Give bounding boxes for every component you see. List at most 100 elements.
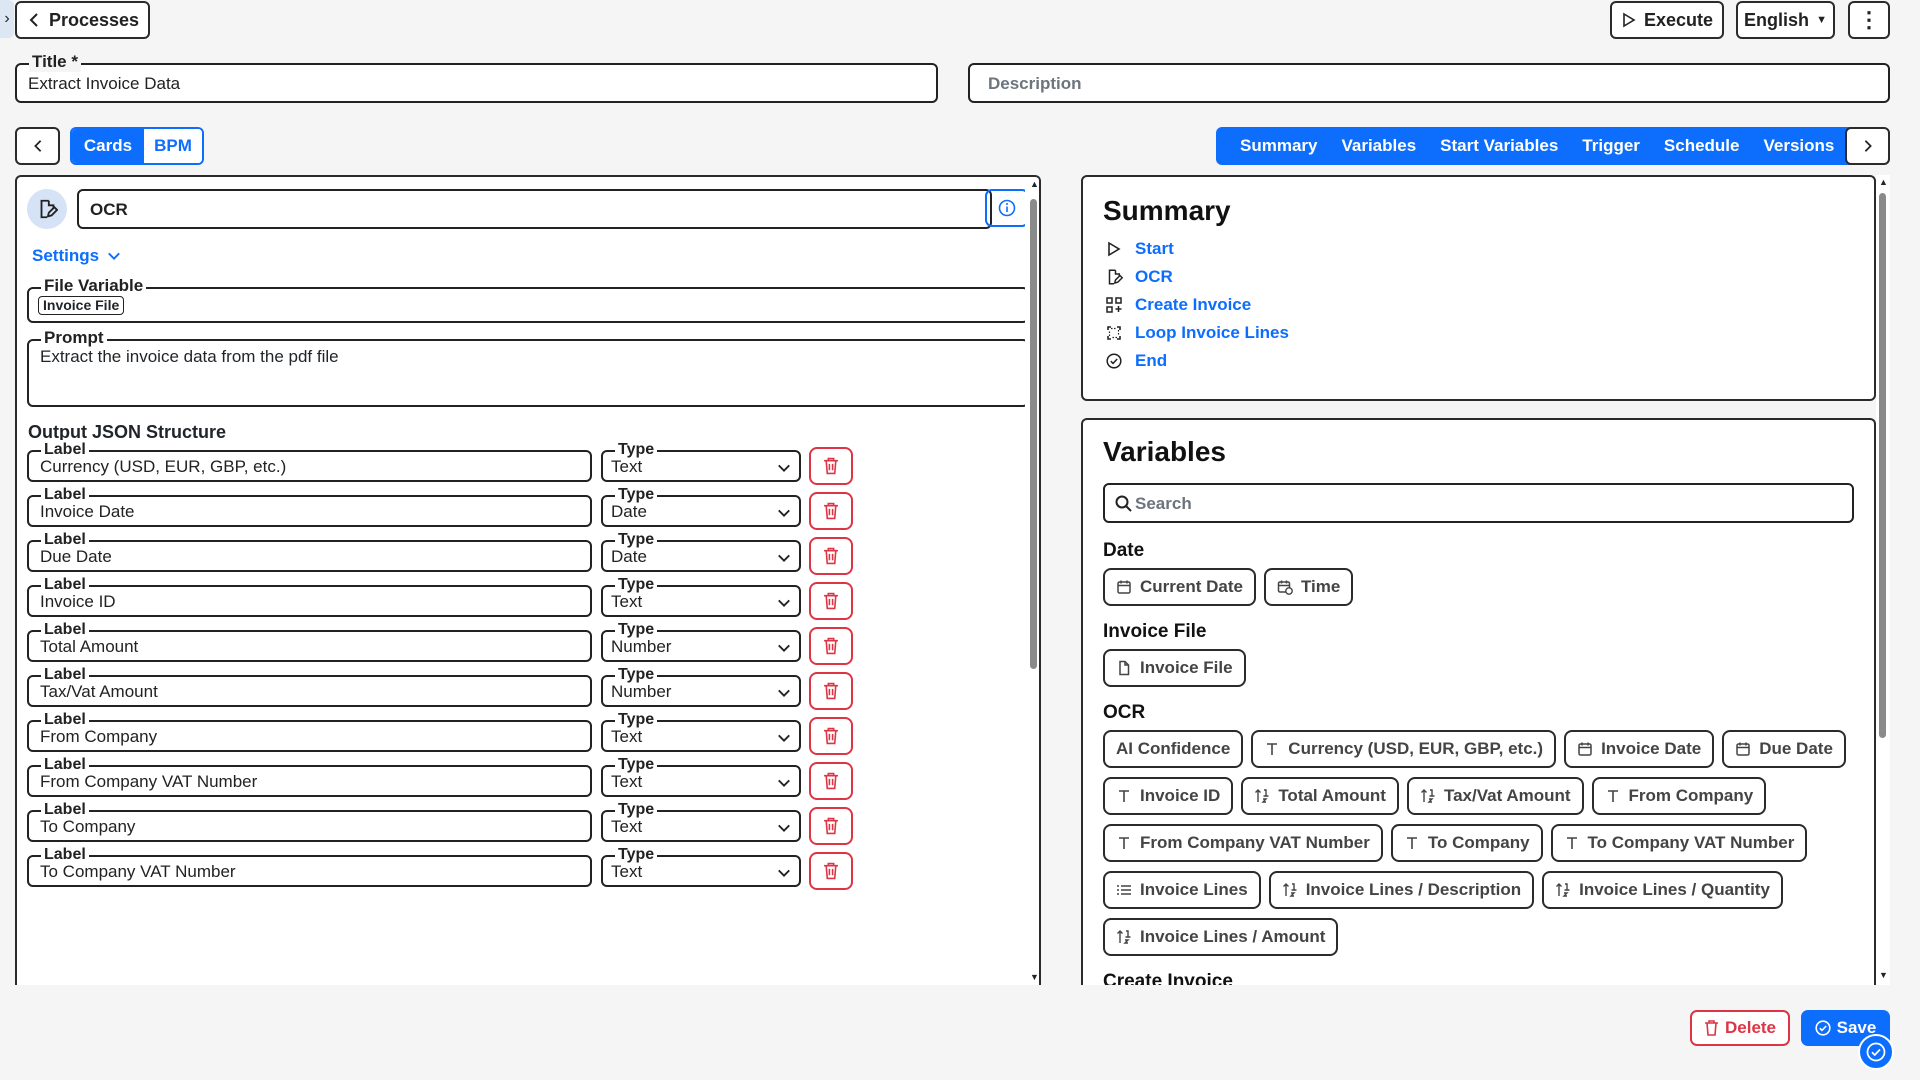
output-type-select[interactable]: Type Text	[601, 710, 801, 752]
prompt-textarea[interactable]: Extract the invoice data from the pdf fi…	[40, 347, 339, 367]
output-type-select[interactable]: Type Date	[601, 485, 801, 527]
output-label-field[interactable]: Label To Company	[27, 800, 592, 842]
chevron-left-icon	[29, 13, 38, 27]
variable-chip[interactable]: Tax/Vat Amount	[1406, 777, 1584, 815]
variable-chip[interactable]: Invoice Lines	[1103, 871, 1261, 909]
variables-search-field[interactable]: Search	[1103, 483, 1854, 523]
variable-chip[interactable]: Total Amount	[1241, 777, 1399, 815]
chevron-down-icon	[778, 464, 790, 472]
output-label-input[interactable]: Currency (USD, EUR, GBP, etc.)	[40, 452, 286, 481]
variable-chip[interactable]: Time	[1263, 568, 1354, 606]
output-label-input[interactable]: Invoice ID	[40, 587, 116, 616]
summary-item-ocr[interactable]: OCR	[1105, 263, 1289, 291]
output-label-input[interactable]: From Company VAT Number	[40, 767, 257, 796]
file-variable-field[interactable]: File Variable Invoice File	[27, 276, 1029, 323]
variable-chip[interactable]: To Company	[1390, 824, 1543, 862]
prompt-field[interactable]: Prompt Extract the invoice data from the…	[27, 328, 1029, 407]
delete-row-button[interactable]	[809, 492, 853, 530]
summary-item-create-invoice[interactable]: Create Invoice	[1105, 291, 1289, 319]
tab-versions[interactable]: Versions	[1752, 136, 1847, 156]
variable-chip[interactable]: Due Date	[1722, 730, 1846, 768]
tab-start-variables[interactable]: Start Variables	[1428, 136, 1570, 156]
floating-status-badge[interactable]	[1858, 1034, 1894, 1070]
variable-chip[interactable]: Invoice File	[1103, 649, 1246, 687]
output-type-select[interactable]: Type Number	[601, 665, 801, 707]
summary-item-loop-invoice-lines[interactable]: Loop Invoice Lines	[1105, 319, 1289, 347]
summary-item-start[interactable]: Start	[1105, 235, 1289, 263]
output-label-field[interactable]: Label Tax/Vat Amount	[27, 665, 592, 707]
variable-chip[interactable]: AI Confidence	[1103, 730, 1244, 768]
back-to-processes-button[interactable]: Processes	[15, 1, 150, 39]
description-input[interactable]: Description	[988, 65, 1082, 103]
variable-chip[interactable]: Invoice Lines / Description	[1268, 871, 1535, 909]
settings-toggle[interactable]: Settings	[32, 246, 121, 266]
delete-row-button[interactable]	[809, 807, 853, 845]
delete-row-button[interactable]	[809, 852, 853, 890]
tab-schedule[interactable]: Schedule	[1652, 136, 1752, 156]
output-label-field[interactable]: Label From Company VAT Number	[27, 755, 592, 797]
file-variable-chip[interactable]: Invoice File	[38, 296, 125, 315]
output-type-select[interactable]: Type Text	[601, 440, 801, 482]
file-icon	[1116, 660, 1132, 676]
title-field[interactable]: Title * Extract Invoice Data	[15, 52, 938, 103]
variable-chip[interactable]: Invoice ID	[1103, 777, 1234, 815]
output-label-input[interactable]: Tax/Vat Amount	[40, 677, 158, 706]
summary-item-end[interactable]: End	[1105, 347, 1289, 375]
output-label-input[interactable]: To Company VAT Number	[40, 857, 236, 886]
output-label-input[interactable]: Invoice Date	[40, 497, 135, 526]
output-label-field[interactable]: Label To Company VAT Number	[27, 845, 592, 887]
bpm-tab[interactable]: BPM	[144, 129, 202, 163]
variable-chip[interactable]: Invoice Lines / Amount	[1103, 918, 1339, 956]
variable-chip[interactable]: From Company	[1591, 777, 1767, 815]
output-label-field[interactable]: Label Invoice Date	[27, 485, 592, 527]
delete-row-button[interactable]	[809, 537, 853, 575]
output-label-input[interactable]: Due Date	[40, 542, 112, 571]
variable-chip[interactable]: Invoice Date	[1564, 730, 1715, 768]
output-label-input[interactable]: Total Amount	[40, 632, 138, 661]
delete-row-button[interactable]	[809, 627, 853, 665]
delete-row-button[interactable]	[809, 717, 853, 755]
card-name-input[interactable]: OCR	[90, 191, 128, 229]
sidebar-toggle[interactable]: ›	[0, 0, 14, 38]
delete-button[interactable]: Delete	[1690, 1010, 1790, 1046]
output-label-input[interactable]: From Company	[40, 722, 157, 751]
variable-chip[interactable]: Currency (USD, EUR, GBP, etc.)	[1251, 730, 1557, 768]
variable-chip[interactable]: Invoice Lines / Quantity	[1542, 871, 1783, 909]
output-label-field[interactable]: Label Total Amount	[27, 620, 592, 662]
output-label-input[interactable]: To Company	[40, 812, 135, 841]
right-scrollbar[interactable]: ▲ ▼	[1876, 175, 1890, 985]
card-info-button[interactable]	[985, 189, 1029, 227]
delete-row-button[interactable]	[809, 582, 853, 620]
variable-chip[interactable]: To Company VAT Number	[1550, 824, 1808, 862]
output-type-select[interactable]: Type Text	[601, 845, 801, 887]
tab-variables[interactable]: Variables	[1329, 136, 1428, 156]
output-label-field[interactable]: Label Invoice ID	[27, 575, 592, 617]
variable-chip[interactable]: Current Date	[1103, 568, 1256, 606]
tab-summary[interactable]: Summary	[1228, 136, 1329, 156]
variable-chip[interactable]: From Company VAT Number	[1103, 824, 1383, 862]
description-field[interactable]: Description	[968, 63, 1890, 103]
delete-row-button[interactable]	[809, 672, 853, 710]
title-input[interactable]: Extract Invoice Data	[28, 65, 180, 103]
output-type-select[interactable]: Type Date	[601, 530, 801, 572]
prev-nav-button[interactable]	[15, 127, 60, 165]
execute-button[interactable]: Execute	[1610, 1, 1724, 39]
delete-row-button[interactable]	[809, 762, 853, 800]
delete-row-button[interactable]	[809, 447, 853, 485]
output-type-select[interactable]: Type Text	[601, 755, 801, 797]
cards-tab[interactable]: Cards	[72, 129, 144, 163]
variables-search-input[interactable]: Search	[1135, 485, 1192, 523]
output-type-select[interactable]: Type Number	[601, 620, 801, 662]
more-options-button[interactable]: ⋮	[1848, 1, 1890, 39]
number-type-icon	[1282, 882, 1298, 898]
output-label-field[interactable]: Label Currency (USD, EUR, GBP, etc.)	[27, 440, 592, 482]
tab-trigger[interactable]: Trigger	[1570, 136, 1652, 156]
output-type-select[interactable]: Type Text	[601, 800, 801, 842]
output-type-select[interactable]: Type Text	[601, 575, 801, 617]
output-label-field[interactable]: Label Due Date	[27, 530, 592, 572]
language-dropdown[interactable]: English ▼	[1736, 1, 1835, 39]
output-label-field[interactable]: Label From Company	[27, 710, 592, 752]
card-panel-scrollbar[interactable]: ▲ ▼	[1025, 177, 1039, 985]
next-nav-button[interactable]	[1845, 127, 1890, 165]
card-name-field[interactable]: OCR	[77, 189, 992, 229]
